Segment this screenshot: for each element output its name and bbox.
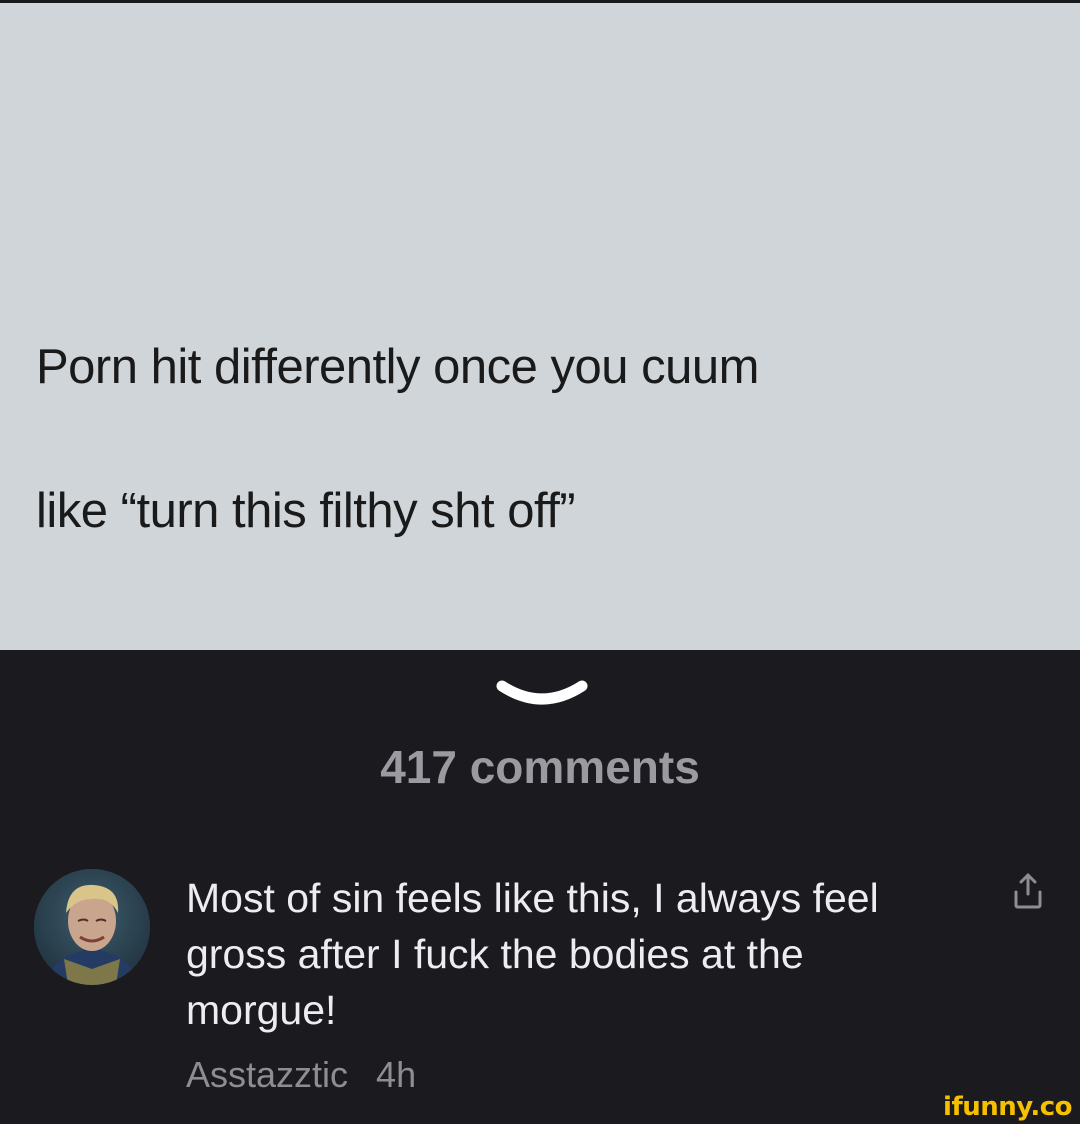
comment-meta: Asstazztic 4h (186, 1054, 416, 1096)
comment-text: Most of sin feels like this, I always fe… (186, 875, 879, 1033)
share-icon[interactable] (1012, 872, 1044, 910)
chevron-down-icon[interactable] (496, 678, 588, 714)
post-text-line-2: like “turn this filthy sht off” (36, 484, 576, 538)
comments-count: 417 comments (380, 741, 700, 793)
comment-author[interactable]: Asstazztic (186, 1054, 348, 1095)
comments-panel: 417 comments Most of sin feels like this… (0, 650, 1080, 1124)
ifunny-watermark: ifunny.co (943, 1092, 1072, 1122)
comment-time: 4h (376, 1054, 417, 1095)
screen: Porn hit differently once you cuum like … (0, 0, 1080, 1124)
post-text-line-1: Porn hit differently once you cuum (36, 340, 759, 394)
post-image: Porn hit differently once you cuum like … (0, 3, 1080, 650)
user-avatar[interactable] (34, 869, 150, 985)
